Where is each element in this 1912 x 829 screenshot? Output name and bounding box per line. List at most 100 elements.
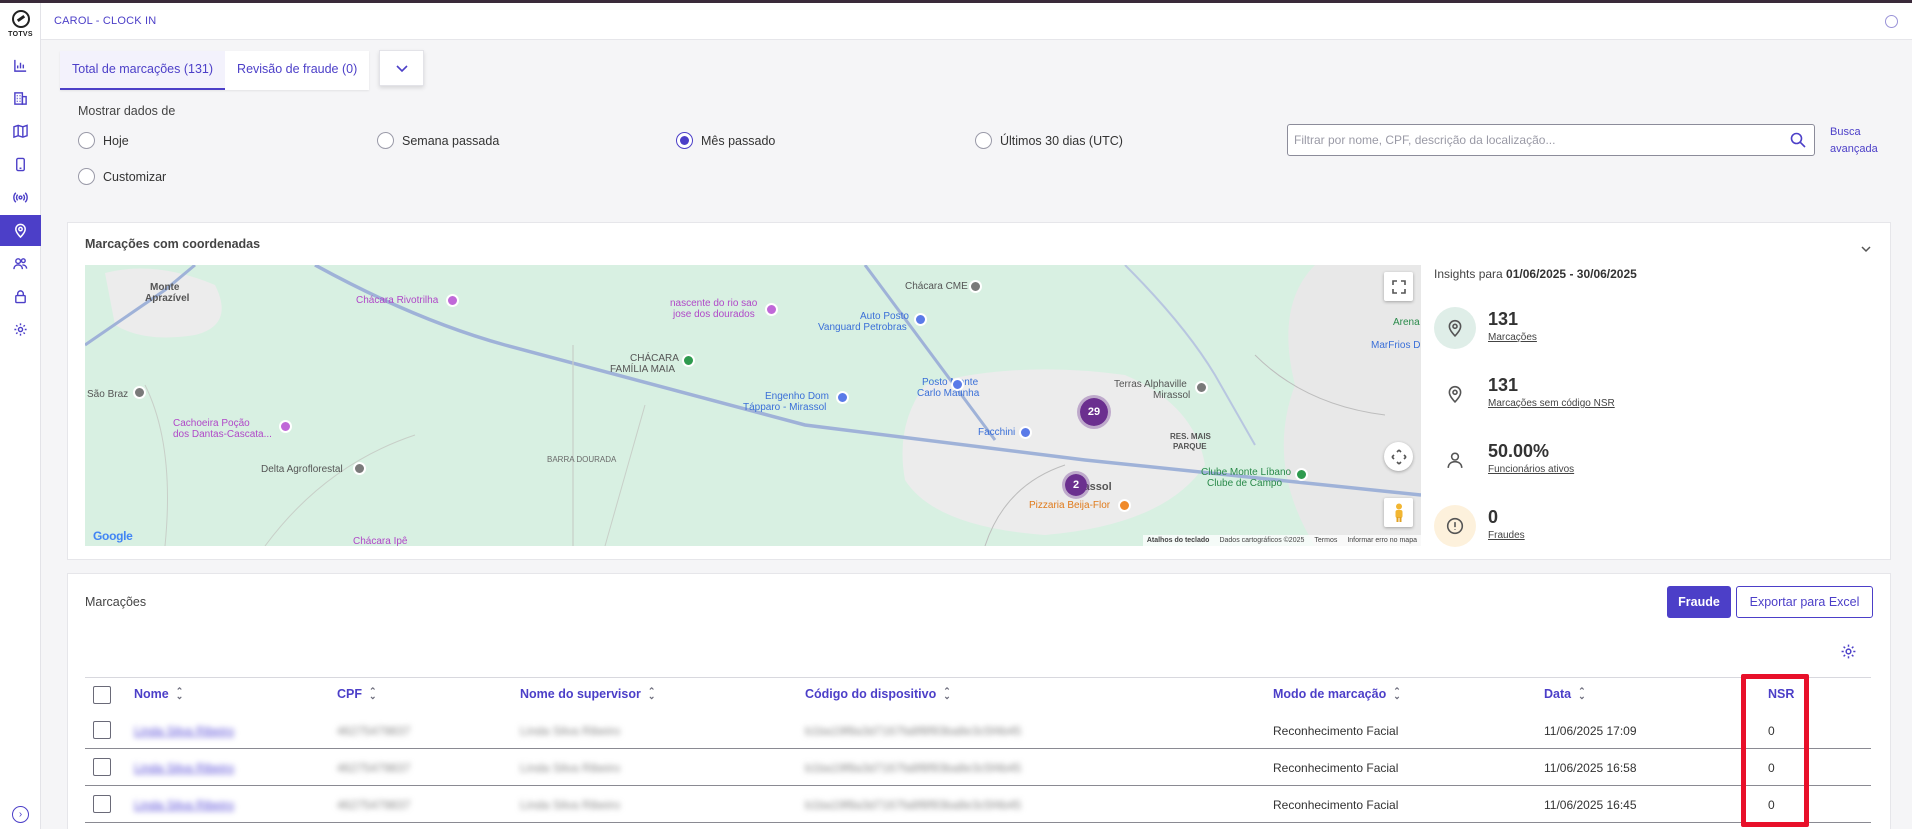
export-excel-button[interactable]: Exportar para Excel <box>1736 586 1873 618</box>
sidebar-item-dashboard[interactable] <box>0 50 41 81</box>
radio-circle[interactable] <box>377 132 394 149</box>
map-label: Pizzaria Beija-Flor <box>1029 500 1111 511</box>
radio-label: Customizar <box>103 169 167 184</box>
radio-circle[interactable] <box>676 132 693 149</box>
radio-label: Últimos 30 dias (UTC) <box>1000 133 1123 148</box>
column-header[interactable]: Código do dispositivo ⌃ ⌄ <box>805 687 951 702</box>
poi-pin-icon[interactable] <box>446 294 459 307</box>
fullscreen-button[interactable] <box>1384 272 1413 301</box>
advanced-search-line2: avançada <box>1830 143 1878 155</box>
column-header[interactable]: Nome do supervisor ⌃ ⌄ <box>520 687 656 702</box>
column-label: Modo de marcação <box>1273 687 1387 701</box>
chevron-down-icon <box>395 65 408 73</box>
radio-today[interactable]: Hoje <box>78 132 129 149</box>
sort-icon[interactable]: ⌃ ⌄ <box>176 687 184 701</box>
attrib-report[interactable]: Informar erro no mapa <box>1347 537 1417 544</box>
radio-last-week[interactable]: Semana passada <box>377 132 499 149</box>
row-checkbox[interactable] <box>93 758 111 776</box>
cell-cpf: 46275479837 <box>337 724 411 738</box>
tab-fraud-review[interactable]: Revisão de fraude (0) <box>225 51 369 90</box>
poi-pin-icon[interactable] <box>765 303 778 316</box>
radio-last-30-days[interactable]: Últimos 30 dias (UTC) <box>975 132 1123 149</box>
radio-last-month[interactable]: Mês passado <box>676 132 775 149</box>
poi-pin-icon[interactable] <box>914 313 927 326</box>
poi-pin-icon[interactable] <box>1295 468 1308 481</box>
sidebar-item-map[interactable] <box>0 116 41 147</box>
sidebar-item-security[interactable] <box>0 281 41 312</box>
column-label: Data <box>1544 687 1572 701</box>
gear-icon[interactable] <box>1840 643 1857 663</box>
search-input[interactable] <box>1294 126 1774 154</box>
column-label: CPF <box>337 687 362 701</box>
sidebar-item-devices[interactable] <box>0 149 41 180</box>
poi-pin-icon[interactable] <box>682 354 695 367</box>
sort-icon[interactable]: ⌃ ⌄ <box>943 687 951 701</box>
insight-label[interactable]: Marcações sem código NSR <box>1488 398 1615 409</box>
tab-total[interactable]: Total de marcações (131) <box>60 51 226 90</box>
poi-pin-icon[interactable] <box>1195 381 1208 394</box>
insight-active-employees: 50.00% Funcionários ativos <box>1434 439 1714 489</box>
radio-custom[interactable]: Customizar <box>78 168 166 185</box>
map-cluster[interactable]: 29 <box>1077 395 1111 429</box>
insight-label[interactable]: Fraudes <box>1488 530 1525 541</box>
radio-circle[interactable] <box>78 168 95 185</box>
cell-supervisor: Linda Silva Ribeiro <box>520 798 621 812</box>
attrib-terms[interactable]: Termos <box>1314 537 1337 544</box>
sidebar-item-settings[interactable] <box>0 314 41 345</box>
totvs-logo[interactable]: TOTVS <box>0 10 41 38</box>
column-header[interactable]: Modo de marcação ⌃ ⌄ <box>1273 687 1401 702</box>
poi-pin-icon[interactable] <box>951 378 964 391</box>
table-row[interactable]: Linda Silva Ribeiro 46275479837 Linda Si… <box>85 749 1871 786</box>
tab-more-button[interactable] <box>379 50 424 86</box>
expand-sidebar-icon[interactable]: › <box>12 806 29 823</box>
column-header[interactable]: Data ⌃ ⌄ <box>1544 687 1586 702</box>
map-label: jose dos dourados <box>673 309 755 320</box>
cell-name[interactable]: Linda Silva Ribeiro <box>134 724 234 738</box>
insight-label[interactable]: Funcionários ativos <box>1488 464 1574 475</box>
map-pan-control[interactable] <box>1384 442 1413 471</box>
poi-pin-icon[interactable] <box>133 386 146 399</box>
column-header[interactable]: Nome ⌃ ⌄ <box>134 687 184 702</box>
search-icon[interactable] <box>1790 132 1806 151</box>
users-icon <box>13 258 28 270</box>
column-header[interactable]: CPF ⌃ ⌄ <box>337 687 377 702</box>
poi-pin-icon[interactable] <box>1118 499 1131 512</box>
poi-pin-icon[interactable] <box>1019 426 1032 439</box>
row-checkbox[interactable] <box>93 721 111 739</box>
advanced-search-link[interactable]: Busca avançada <box>1830 124 1890 158</box>
poi-pin-icon[interactable] <box>353 462 366 475</box>
lock-icon <box>15 290 26 304</box>
sort-icon[interactable]: ⌃ ⌄ <box>1578 687 1586 701</box>
row-checkbox[interactable] <box>93 795 111 813</box>
cell-name[interactable]: Linda Silva Ribeiro <box>134 798 234 812</box>
sort-icon[interactable]: ⌃ ⌄ <box>648 687 656 701</box>
user-avatar-icon[interactable] <box>1885 15 1898 28</box>
sidebar-item-broadcast[interactable] <box>0 182 41 213</box>
table-row[interactable]: Linda Silva Ribeiro 46275479837 Linda Si… <box>85 786 1871 823</box>
table-row[interactable]: Linda Silva Ribeiro 46275479837 Linda Si… <box>85 712 1871 749</box>
sort-icon[interactable]: ⌃ ⌄ <box>1393 687 1401 701</box>
radio-label: Hoje <box>103 133 129 148</box>
map-icon <box>13 124 28 139</box>
poi-pin-icon[interactable] <box>969 280 982 293</box>
poi-pin-icon[interactable] <box>279 420 292 433</box>
fraud-button[interactable]: Fraude <box>1667 586 1731 618</box>
radio-circle[interactable] <box>975 132 992 149</box>
chevron-down-icon[interactable] <box>1860 241 1872 256</box>
sidebar-item-locations[interactable] <box>0 215 41 246</box>
poi-pin-icon[interactable] <box>836 391 849 404</box>
sort-icon[interactable]: ⌃ ⌄ <box>369 687 377 701</box>
sidebar-item-organization[interactable] <box>0 83 41 114</box>
radio-circle[interactable] <box>78 132 95 149</box>
attrib-shortcuts[interactable]: Atalhos do teclado <box>1147 537 1210 544</box>
street-view-pegman[interactable] <box>1384 498 1413 527</box>
cell-date: 11/06/2025 16:58 <box>1544 761 1637 775</box>
map-view[interactable]: Monte Aprazível Chácara Rivotrilha nasce… <box>85 265 1421 546</box>
cell-name[interactable]: Linda Silva Ribeiro <box>134 761 234 775</box>
map-label: Chácara Ipê <box>353 536 408 546</box>
sidebar-item-users[interactable] <box>0 248 41 279</box>
insight-label[interactable]: Marcações <box>1488 332 1537 343</box>
map-cluster[interactable]: 2 <box>1062 471 1090 499</box>
select-all-checkbox[interactable] <box>93 686 111 704</box>
logo-icon <box>11 10 30 28</box>
